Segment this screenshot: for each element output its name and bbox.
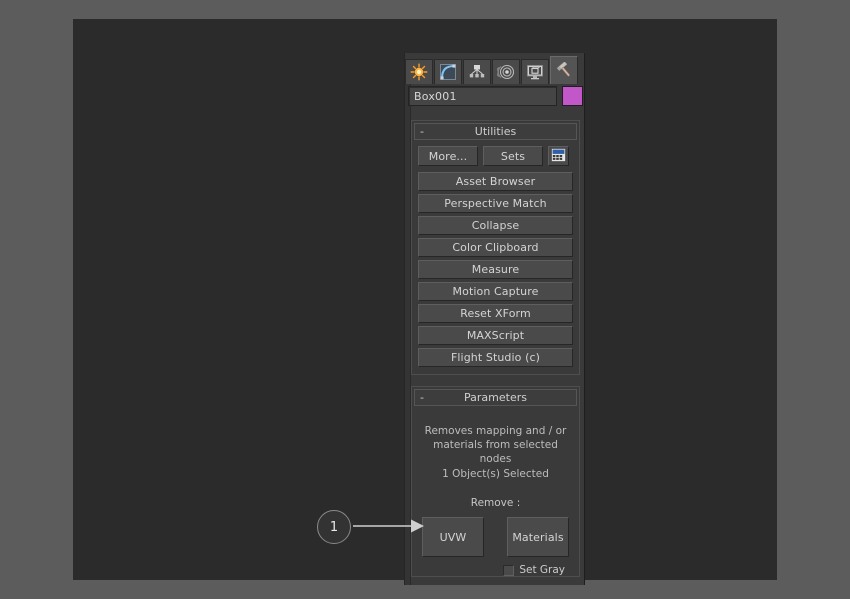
- utilities-hammer-icon: [555, 62, 573, 80]
- sets-button[interactable]: Sets: [483, 146, 543, 166]
- tab-utilities[interactable]: [550, 56, 578, 84]
- remove-materials-button[interactable]: Materials: [507, 517, 569, 557]
- object-name-row: Box001: [408, 85, 583, 107]
- set-gray-label: Set Gray: [519, 564, 565, 576]
- set-gray-checkbox[interactable]: [503, 565, 514, 576]
- utilities-rollout-body: More... Sets: [412, 140, 579, 374]
- utility-button-asset-browser[interactable]: Asset Browser: [418, 172, 573, 191]
- parameters-description: Removes mapping and / or materials from …: [418, 424, 573, 466]
- object-name-input[interactable]: Box001: [408, 86, 557, 106]
- more-button[interactable]: More...: [418, 146, 478, 166]
- hierarchy-node-icon: [468, 63, 486, 81]
- app-canvas: Box001 - Utilities More... Sets: [73, 19, 777, 580]
- tab-modify[interactable]: [434, 59, 462, 84]
- parameters-rollout: - Parameters Removes mapping and / or ma…: [411, 386, 580, 577]
- utilities-top-button-row: More... Sets: [418, 146, 573, 166]
- tab-create[interactable]: [405, 59, 433, 84]
- command-panel-tab-strip: [405, 56, 586, 84]
- utility-button-measure[interactable]: Measure: [418, 260, 573, 279]
- create-star-icon: [410, 63, 428, 81]
- parameters-rollout-body: Removes mapping and / or materials from …: [412, 406, 579, 583]
- configure-sets-button[interactable]: [548, 146, 569, 166]
- display-monitor-icon: [526, 63, 544, 81]
- annotation-callout-1: 1: [317, 510, 351, 544]
- annotation-arrow-1: [353, 517, 425, 535]
- command-panel: Box001 - Utilities More... Sets: [404, 53, 585, 585]
- parameters-rollout-header[interactable]: - Parameters: [414, 389, 577, 406]
- utility-button-flight-studio[interactable]: Flight Studio (c): [418, 348, 573, 367]
- utilities-rollout-title: Utilities: [475, 125, 516, 138]
- tab-display[interactable]: [521, 59, 549, 84]
- tab-hierarchy[interactable]: [463, 59, 491, 84]
- utility-button-motion-capture[interactable]: Motion Capture: [418, 282, 573, 301]
- configure-sets-icon: [551, 147, 566, 166]
- parameters-collapse-icon[interactable]: -: [420, 390, 424, 405]
- utility-button-maxscript[interactable]: MAXScript: [418, 326, 573, 345]
- utility-button-perspective-match[interactable]: Perspective Match: [418, 194, 573, 213]
- set-gray-row[interactable]: Set Gray: [418, 564, 573, 576]
- remove-label: Remove :: [418, 497, 573, 509]
- utility-button-collapse[interactable]: Collapse: [418, 216, 573, 235]
- utilities-rollout-header[interactable]: - Utilities: [414, 123, 577, 140]
- remove-uvw-button[interactable]: UVW: [422, 517, 484, 557]
- motion-circles-icon: [497, 63, 515, 81]
- utility-button-color-clipboard[interactable]: Color Clipboard: [418, 238, 573, 257]
- parameters-rollout-title: Parameters: [464, 391, 527, 404]
- description-line-3: nodes: [418, 452, 573, 466]
- modify-arc-icon: [439, 63, 457, 81]
- tab-motion[interactable]: [492, 59, 520, 84]
- selection-status-text: 1 Object(s) Selected: [418, 468, 573, 480]
- remove-button-row: UVW Materials: [418, 517, 573, 557]
- description-line-2: materials from selected: [418, 438, 573, 452]
- description-line-1: Removes mapping and / or: [418, 424, 573, 438]
- utilities-collapse-icon[interactable]: -: [420, 124, 424, 139]
- utilities-rollout: - Utilities More... Sets: [411, 120, 580, 375]
- object-color-swatch[interactable]: [562, 86, 583, 106]
- utility-button-reset-xform[interactable]: Reset XForm: [418, 304, 573, 323]
